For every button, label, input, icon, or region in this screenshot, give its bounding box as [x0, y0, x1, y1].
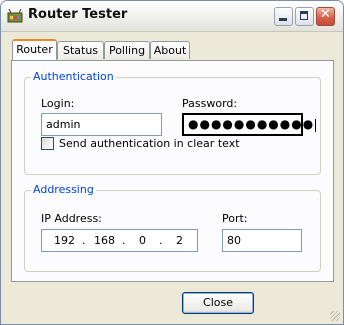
close-window-button[interactable]: ✕	[316, 7, 335, 26]
port-input[interactable]: 80	[222, 229, 302, 252]
ip-octet-2[interactable]: 168	[94, 230, 115, 251]
router-app-icon	[7, 8, 23, 23]
cleartext-checkbox[interactable]	[41, 137, 54, 150]
tab-polling[interactable]: Polling	[104, 41, 150, 59]
text-caret	[315, 118, 317, 132]
router-tab-panel: Authentication Login: admin Password: ●●…	[11, 60, 334, 282]
ip-octet-1[interactable]: 192	[54, 230, 75, 251]
maximize-button[interactable]	[295, 7, 314, 26]
login-label: Login:	[41, 97, 75, 110]
addressing-legend: Addressing	[31, 183, 96, 196]
ip-address-label: IP Address:	[41, 212, 102, 225]
cleartext-label[interactable]: Send authentication in clear text	[59, 137, 240, 150]
main-window: Router Tester ✕ Router Status Polling Ab…	[0, 0, 344, 325]
ip-dot-3: .	[159, 234, 163, 247]
ip-octet-3[interactable]: 0	[139, 230, 146, 251]
password-mask: ●●●●●●●●●●●	[188, 117, 315, 131]
close-button[interactable]: Close	[182, 292, 254, 314]
minimize-button[interactable]	[274, 7, 293, 26]
authentication-legend: Authentication	[31, 70, 116, 83]
port-label: Port:	[222, 212, 248, 225]
tab-router[interactable]: Router	[12, 39, 57, 60]
password-input[interactable]: ●●●●●●●●●●●	[182, 113, 317, 136]
resize-grip[interactable]	[330, 311, 340, 321]
maximize-icon	[300, 11, 308, 20]
window-title: Router Tester	[28, 7, 128, 22]
addressing-group: Addressing IP Address: 192 . 168 . 0 . 2…	[24, 183, 321, 272]
ip-octet-4[interactable]: 2	[176, 230, 183, 251]
password-label: Password:	[182, 97, 238, 110]
tab-status[interactable]: Status	[57, 41, 104, 59]
minimize-icon	[279, 18, 287, 21]
ip-address-input[interactable]: 192 . 168 . 0 . 2	[41, 229, 198, 252]
close-icon: ✕	[320, 7, 331, 22]
title-bar[interactable]: Router Tester ✕	[1, 1, 343, 32]
tab-about[interactable]: About	[150, 41, 190, 59]
login-input[interactable]: admin	[41, 113, 162, 136]
ip-dot-2: .	[122, 234, 126, 247]
authentication-group: Authentication Login: admin Password: ●●…	[24, 70, 321, 175]
ip-dot-1: .	[82, 234, 86, 247]
